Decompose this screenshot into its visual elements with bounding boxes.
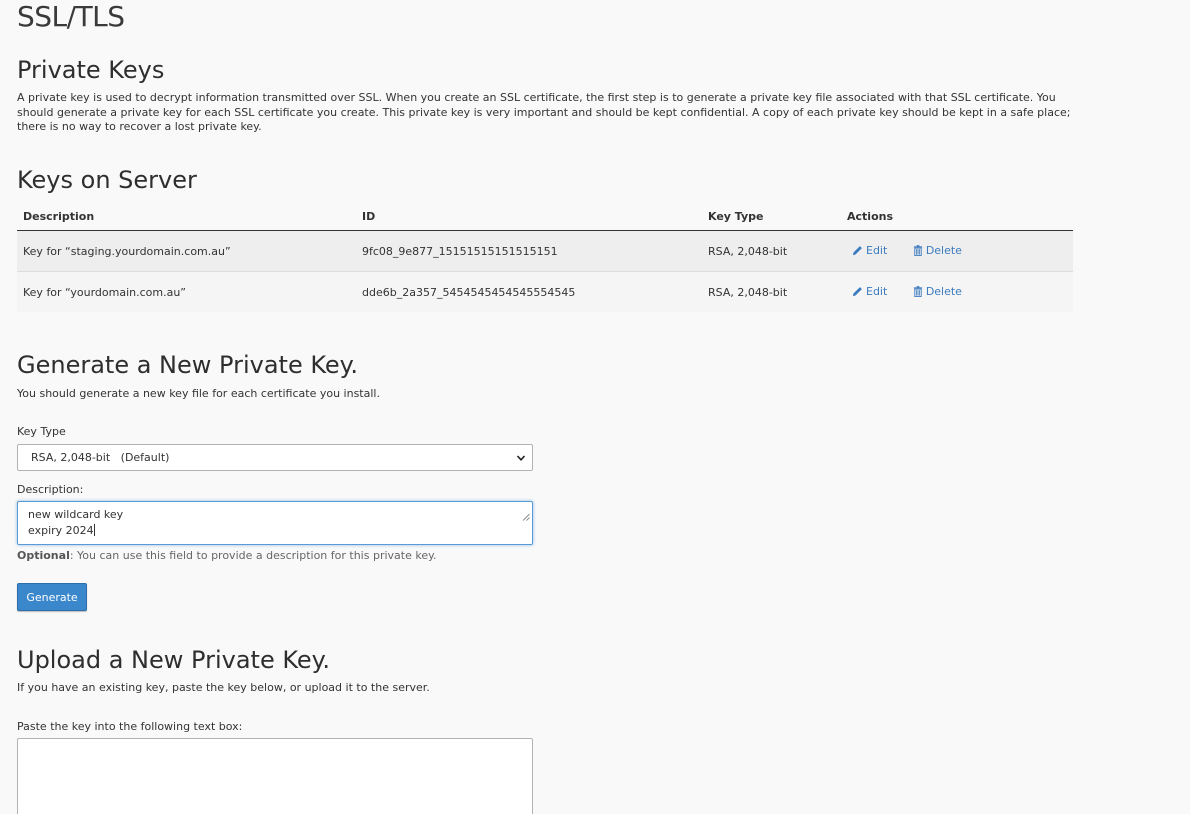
- column-header-description: Description: [17, 203, 356, 231]
- keys-table: Description ID Key Type Actions Key for …: [17, 203, 1073, 312]
- key-id-cell: 9fc08_9e877_15151515151515151: [356, 230, 702, 272]
- private-keys-description: A private key is used to decrypt informa…: [17, 91, 1071, 133]
- keys-on-server-heading: Keys on Server: [17, 166, 197, 194]
- description-text: new wildcard key expiry 2024: [28, 508, 124, 537]
- description-help-text: Optional: You can use this field to prov…: [17, 549, 437, 562]
- text-caret: [93, 524, 95, 536]
- key-type-cell: RSA, 2,048-bit: [702, 271, 841, 312]
- column-header-key-type: Key Type: [702, 203, 841, 231]
- trash-icon: [913, 244, 923, 256]
- delete-label: Delete: [925, 243, 962, 257]
- column-header-id: ID: [356, 203, 702, 231]
- delete-key-link[interactable]: Delete: [913, 244, 962, 257]
- optional-help: : You can use this field to provide a de…: [69, 549, 437, 562]
- description-label: Description:: [17, 483, 84, 496]
- table-row: Key for “yourdomain.com.au” dde6b_2a357_…: [17, 271, 1073, 312]
- table-row: Key for “staging.yourdomain.com.au” 9fc0…: [17, 230, 1073, 272]
- description-textarea[interactable]: new wildcard key expiry 2024: [17, 501, 533, 545]
- table-header-row: Description ID Key Type Actions: [17, 203, 1073, 231]
- optional-label: Optional: [17, 549, 70, 562]
- pencil-icon: [852, 245, 863, 256]
- private-keys-heading: Private Keys: [17, 56, 165, 84]
- column-header-actions: Actions: [841, 203, 1073, 231]
- edit-key-link[interactable]: Edit: [852, 244, 887, 257]
- generate-key-heading: Generate a New Private Key.: [17, 351, 359, 379]
- edit-label: Edit: [866, 284, 888, 298]
- key-description-cell: Key for “yourdomain.com.au”: [17, 271, 356, 312]
- key-type-cell: RSA, 2,048-bit: [702, 230, 841, 272]
- key-id-cell: dde6b_2a357_5454545454545554545: [356, 271, 702, 312]
- upload-key-heading: Upload a New Private Key.: [17, 646, 331, 674]
- delete-key-link[interactable]: Delete: [913, 285, 962, 298]
- delete-label: Delete: [925, 284, 962, 298]
- ssl-tls-page: SSL/TLS Private Keys A private key is us…: [0, 0, 1190, 814]
- key-type-select[interactable]: RSA, 2,048-bit (Default): [17, 444, 533, 471]
- resize-grip-icon[interactable]: [501, 494, 530, 542]
- generate-button[interactable]: Generate: [17, 583, 87, 611]
- edit-key-link[interactable]: Edit: [852, 285, 887, 298]
- pencil-icon: [852, 286, 863, 297]
- upload-key-subtext: If you have an existing key, paste the k…: [17, 681, 430, 694]
- paste-key-textarea[interactable]: [17, 738, 533, 814]
- key-type-selected-value: RSA, 2,048-bit (Default): [31, 451, 170, 464]
- edit-label: Edit: [866, 243, 888, 257]
- trash-icon: [913, 285, 923, 297]
- chevron-down-icon: [516, 453, 526, 466]
- paste-key-label: Paste the key into the following text bo…: [17, 720, 243, 733]
- key-type-label: Key Type: [17, 425, 66, 438]
- key-description-cell: Key for “staging.yourdomain.com.au”: [17, 230, 356, 272]
- page-title: SSL/TLS: [17, 0, 125, 33]
- generate-key-subtext: You should generate a new key file for e…: [17, 387, 380, 400]
- key-actions-cell: Edit Delete: [841, 271, 1073, 312]
- key-actions-cell: Edit Delete: [841, 230, 1073, 272]
